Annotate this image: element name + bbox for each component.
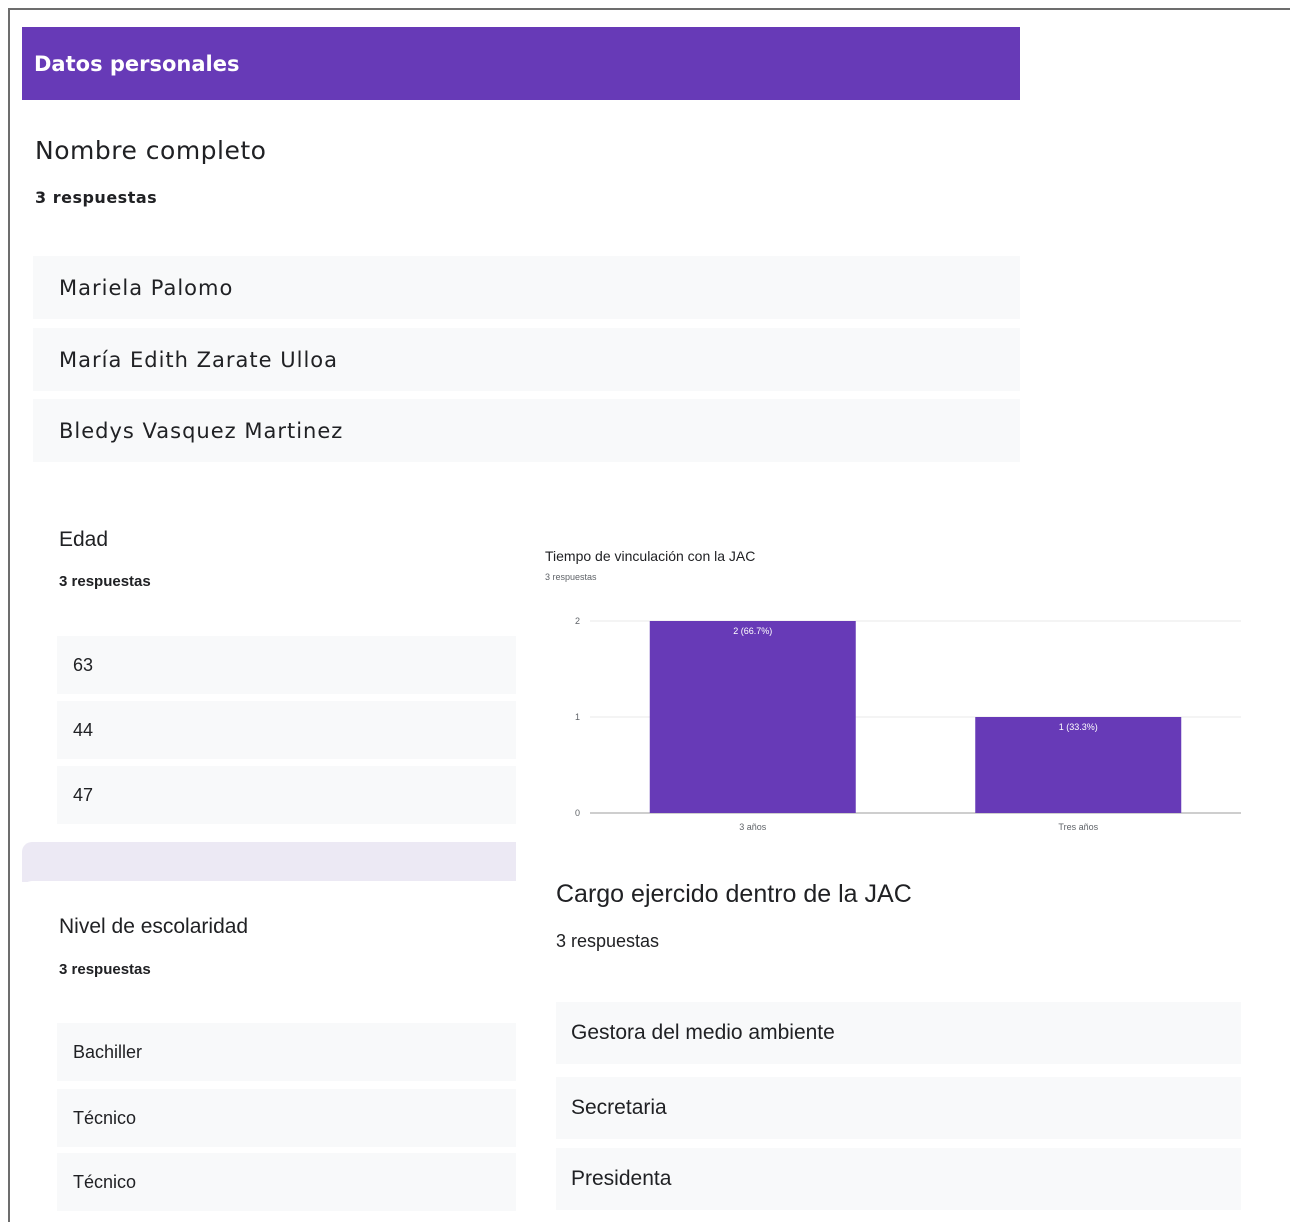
card-separator <box>22 842 516 882</box>
y-tick-label: 2 <box>575 616 580 626</box>
question-title-edad: Edad <box>59 528 109 551</box>
section-title: Datos personales <box>34 51 240 76</box>
response-count-nombre: 3 respuestas <box>35 188 158 207</box>
data-label: 1 (33.3%) <box>1059 722 1098 732</box>
y-tick-label: 1 <box>575 712 580 722</box>
response-item: María Edith Zarate Ulloa <box>33 328 1020 391</box>
response-item: Mariela Palomo <box>33 256 1020 319</box>
question-title-nombre: Nombre completo <box>35 136 267 165</box>
chart-title: Tiempo de vinculación con la JAC <box>545 548 756 564</box>
bar <box>649 621 856 813</box>
bar-chart: 0 1 2 2 (66.7%) 3 años 1 (33.3%) Tres años <box>575 616 1241 832</box>
section-header: Datos personales <box>22 27 1020 100</box>
question-title-escolaridad: Nivel de escolaridad <box>59 915 249 938</box>
chart-subtitle: 3 respuestas <box>545 572 597 582</box>
response-item: Presidenta <box>556 1148 1241 1210</box>
response-count-escolaridad: 3 respuestas <box>59 961 151 978</box>
response-item: Bachiller <box>57 1023 516 1081</box>
response-item: Secretaria <box>556 1077 1241 1139</box>
response-count-edad: 3 respuestas <box>59 573 151 590</box>
response-count-cargo: 3 respuestas <box>556 931 660 951</box>
y-tick-label: 0 <box>575 808 580 818</box>
response-item: 44 <box>57 701 516 759</box>
x-tick-label: 3 años <box>739 822 767 832</box>
response-item: 63 <box>57 636 516 694</box>
response-item: Técnico <box>57 1153 516 1211</box>
response-item: Técnico <box>57 1089 516 1147</box>
response-item: Bledys Vasquez Martinez <box>33 399 1020 462</box>
data-label: 2 (66.7%) <box>733 626 772 636</box>
response-item: Gestora del medio ambiente <box>556 1002 1241 1064</box>
x-tick-label: Tres años <box>1058 822 1098 832</box>
response-item: 47 <box>57 766 516 824</box>
question-title-cargo: Cargo ejercido dentro de la JAC <box>556 880 912 908</box>
